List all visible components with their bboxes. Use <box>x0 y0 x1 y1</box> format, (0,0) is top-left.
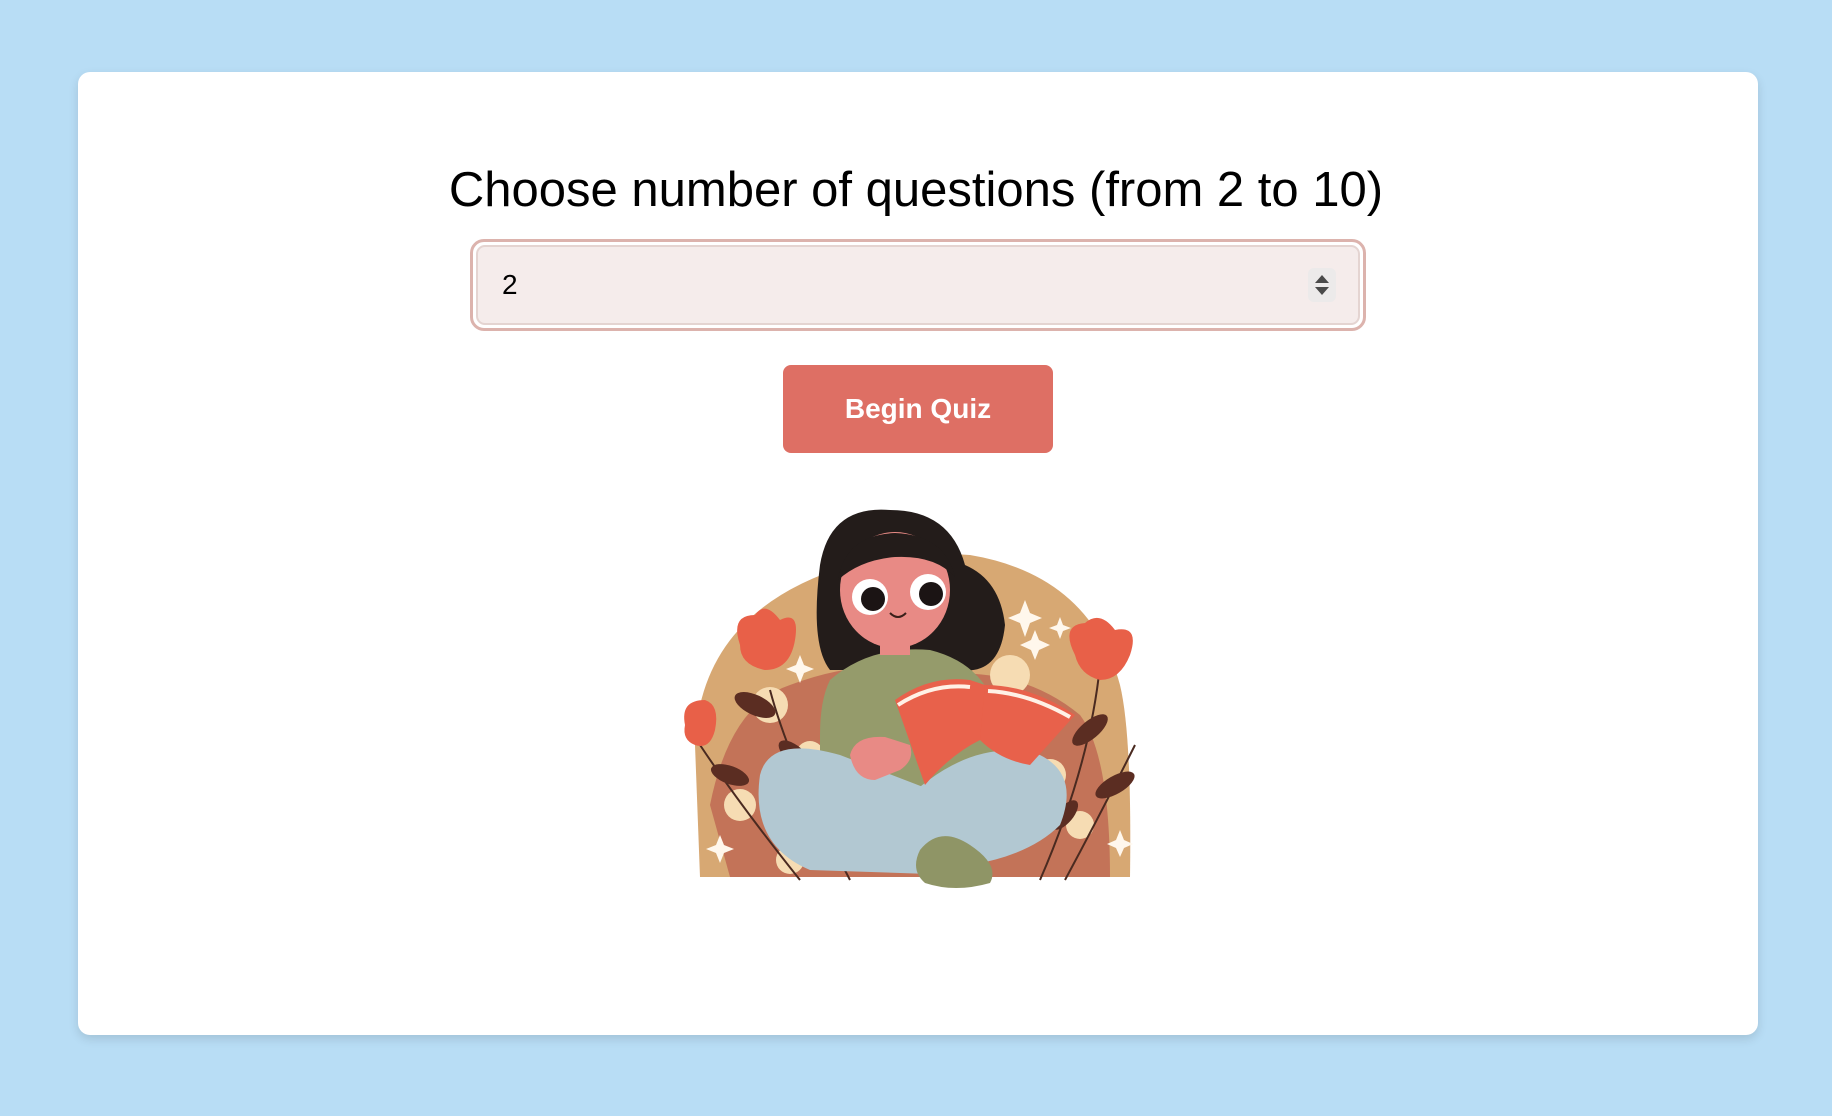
page-title: Choose number of questions (from 2 to 10… <box>448 163 1384 217</box>
stepper-up-icon[interactable] <box>1315 275 1329 283</box>
stepper-down-icon[interactable] <box>1315 287 1329 295</box>
begin-quiz-button[interactable]: Begin Quiz <box>783 365 1053 453</box>
question-count-input[interactable]: 2 <box>476 245 1360 325</box>
girl-reading-book-illustration <box>684 509 1136 888</box>
question-count-field[interactable]: 2 <box>470 239 1366 331</box>
question-count-value: 2 <box>502 269 518 300</box>
number-stepper[interactable] <box>1308 268 1336 302</box>
